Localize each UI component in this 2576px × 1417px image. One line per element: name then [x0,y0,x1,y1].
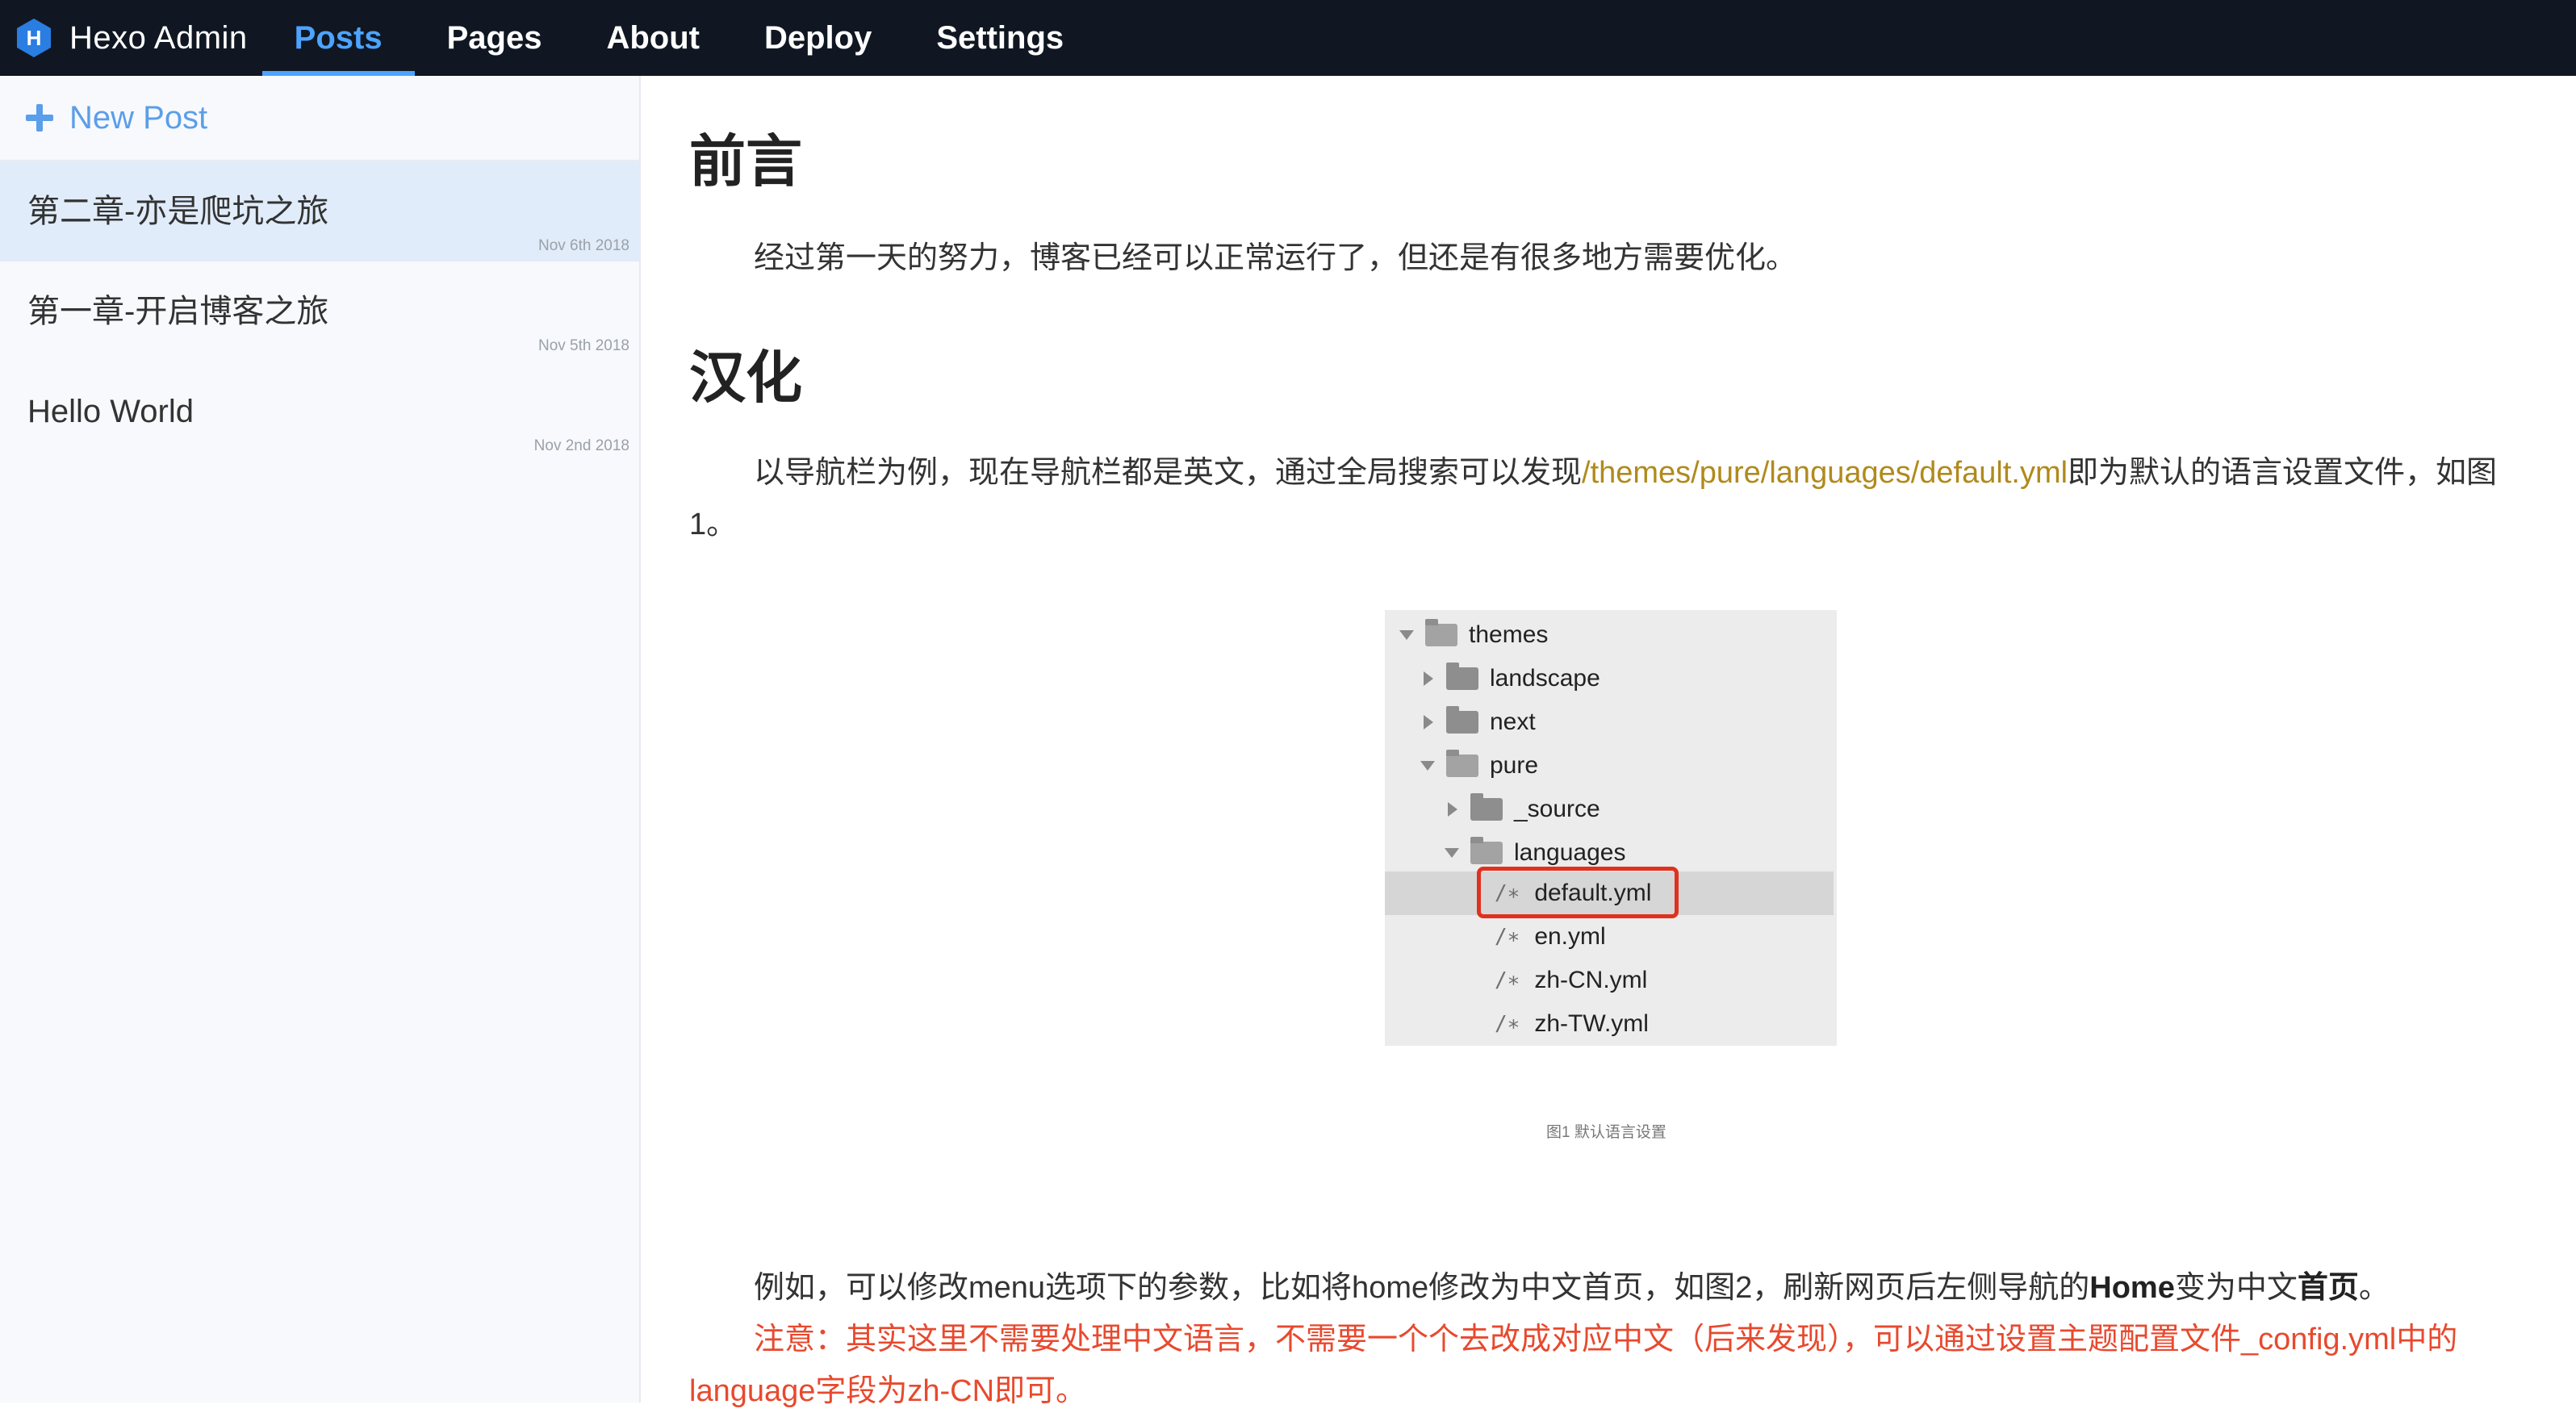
tree-label: en.yml [1534,923,1606,950]
tree-label: zh-CN.yml [1534,967,1648,993]
top-navbar: H Hexo Admin Posts Pages About Deploy Se… [0,0,2576,76]
bold-text: Home [2089,1271,2175,1305]
file-path-link[interactable]: /themes/pure/languages/default.yml [1582,456,2068,490]
tree-label: zh-TW.yml [1534,1010,1649,1037]
figure-caption: 图1 默认语言设置 [1546,1124,1666,1141]
tree-row-folder: pure [1385,744,1834,788]
paragraph: 例如，可以修改menu选项下的参数，比如将home修改为中文首页，如图2，刷新网… [689,1262,2505,1314]
expanded-arrow-icon [1420,761,1435,771]
folder-open-icon [1470,837,1503,864]
tree-row-folder: landscape [1385,657,1834,700]
post-list-item[interactable]: Hello World Nov 2nd 2018 [0,362,639,462]
brand[interactable]: H Hexo Admin [0,0,262,76]
post-list: 第二章-亦是爬坑之旅 Nov 6th 2018 第一章-开启博客之旅 Nov 5… [0,161,639,462]
tree-row-folder: next [1385,700,1834,744]
paragraph: 经过第一天的努力，博客已经可以正常运行了，但还是有很多地方需要优化。 [754,241,1797,275]
expanded-arrow-icon [1445,848,1459,858]
collapsed-arrow-icon [1424,671,1433,686]
tree-label: pure [1490,752,1539,779]
nav-tab-settings[interactable]: Settings [904,0,1096,76]
paragraph-text: 例如，可以修改menu选项下的参数，比如将home修改为中文首页，如图2，刷新网… [754,1271,2090,1305]
post-title: 第二章-亦是爬坑之旅 [27,194,329,229]
tree-row-folder: _source [1385,788,1834,831]
post-title: 第一章-开启博客之旅 [27,294,329,329]
brand-name: Hexo Admin [69,19,248,56]
folder-icon [1446,663,1478,690]
post-sidebar: New Post 第二章-亦是爬坑之旅 Nov 6th 2018 第一章-开启博… [0,76,641,1402]
collapsed-arrow-icon [1448,802,1457,817]
section-heading: 汉化 [689,345,802,411]
tree-label: next [1490,708,1536,735]
tree-label: landscape [1490,665,1600,692]
folder-open-icon [1425,619,1457,646]
file-comment-icon: /∗ [1495,925,1520,949]
paragraph-text: 。 [2358,1271,2390,1305]
plus-icon [26,104,53,132]
hexo-logo-icon: H [17,19,51,57]
svg-text:H: H [27,26,42,50]
nav-tab-pages[interactable]: Pages [415,0,575,76]
highlight-box [1477,867,1679,918]
note-paragraph: 注意：其实这里不需要处理中文语言，不需要一个个去改成对应中文（后来发现），可以通… [689,1323,2458,1408]
tree-row-folder: themes [1385,613,1834,657]
nav-tab-about[interactable]: About [574,0,732,76]
file-comment-icon: /∗ [1495,1012,1520,1036]
folder-icon [1470,793,1503,821]
post-preview: 前言 经过第一天的努力，博客已经可以正常运行了，但还是有很多地方需要优化。 汉化… [689,76,2505,1408]
folder-open-icon [1446,750,1478,777]
paragraph-text: 变为中文 [2174,1271,2298,1305]
tree-row-file: /∗ zh-CN.yml [1385,959,1834,1002]
section-heading: 前言 [689,128,802,194]
post-list-item[interactable]: 第一章-开启博客之旅 Nov 5th 2018 [0,261,639,362]
nav-tab-posts[interactable]: Posts [261,0,415,76]
paragraph-text: 以导航栏为例，现在导航栏都是英文，通过全局搜索可以发现 [754,456,1583,490]
paragraph: 以导航栏为例，现在导航栏都是英文，通过全局搜索可以发现/themes/pure/… [689,447,2505,550]
tree-row-file: /∗ zh-TW.yml [1385,1002,1834,1046]
post-date: Nov 2nd 2018 [533,437,629,454]
folder-icon [1446,706,1478,734]
tree-row-file: /∗ en.yml [1385,915,1834,959]
file-tree-figure: themes landscape next pure _source langu… [1385,610,1837,1046]
new-post-button[interactable]: New Post [0,76,639,161]
tree-label: themes [1469,621,1549,648]
bold-text: 首页 [2297,1271,2359,1305]
tree-label: _source [1514,796,1600,822]
file-comment-icon: /∗ [1495,968,1520,993]
post-list-item[interactable]: 第二章-亦是爬坑之旅 Nov 6th 2018 [0,161,639,261]
new-post-label: New Post [69,99,208,136]
nav-tab-deploy[interactable]: Deploy [732,0,904,76]
post-date: Nov 6th 2018 [537,237,629,254]
post-title: Hello World [27,394,194,429]
collapsed-arrow-icon [1424,715,1433,729]
expanded-arrow-icon [1399,630,1414,640]
post-date: Nov 5th 2018 [537,337,629,354]
tree-label: languages [1514,839,1626,866]
